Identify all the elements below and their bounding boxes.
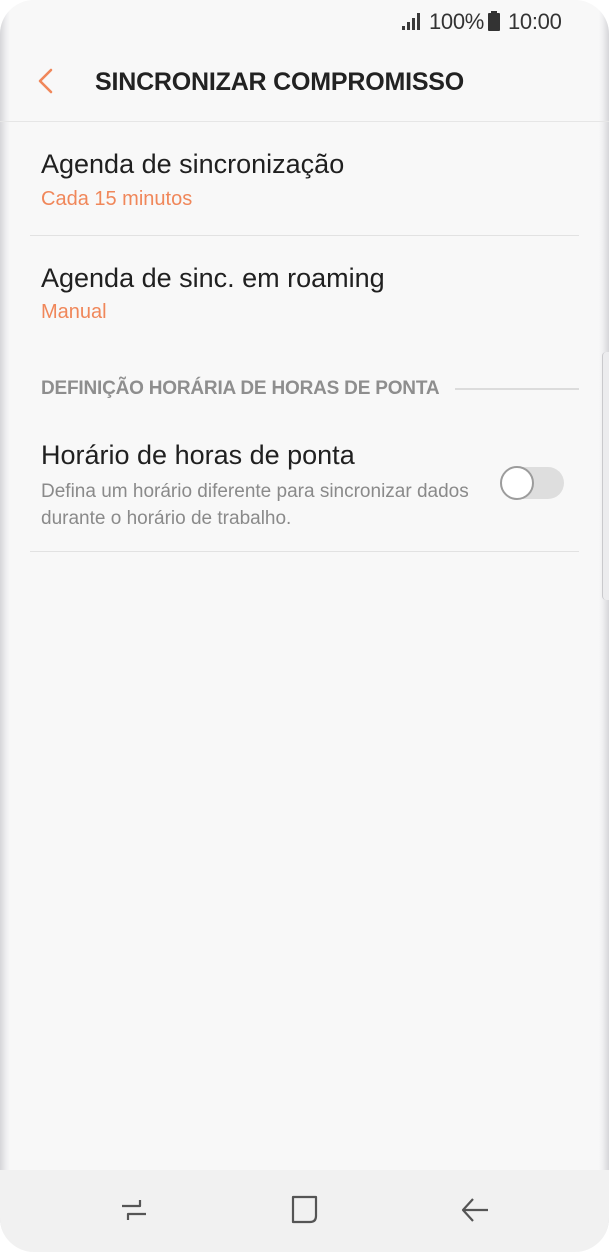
roaming-schedule-value: Manual [41,301,107,323]
roaming-schedule-item[interactable]: Agenda de sinc. em roaming Manual [30,236,579,348]
recent-apps-icon[interactable] [114,1192,154,1228]
signal-bars-icon [402,12,424,30]
screen-edge-left [0,0,10,1252]
peak-hours-description: Defina um horário diferente para sincron… [41,481,469,529]
sync-schedule-value: Cada 15 minutos [41,188,193,210]
sync-schedule-item[interactable]: Agenda de sincronização Cada 15 minutos [30,122,579,235]
section-header-peak: DEFINIÇÃO HORÁRIA DE HORAS DE PONTA [41,378,440,399]
sync-schedule-title: Agenda de sincronização [41,149,345,179]
navigation-bar [0,1170,609,1252]
section-header-line [455,388,579,390]
edge-panel-handle[interactable] [602,352,609,600]
back-arrow-icon[interactable] [455,1192,495,1228]
phone-screen: 100% 10:00 SINCRONIZAR COMPROMISSO Agend… [0,0,609,1252]
page-title: SINCRONIZAR COMPROMISSO [95,68,465,96]
screen-edge-right [599,0,609,1252]
app-header: SINCRONIZAR COMPROMISSO [0,44,609,122]
roaming-schedule-title: Agenda de sinc. em roaming [41,263,385,293]
toggle-thumb [500,466,534,500]
peak-hours-toggle[interactable] [500,466,564,500]
divider [30,551,579,552]
battery-full-icon [488,11,500,31]
peak-hours-item[interactable]: Horário de horas de ponta Defina um horá… [30,420,579,550]
home-icon[interactable] [285,1192,325,1228]
battery-percent: 100% [429,9,485,34]
peak-hours-title: Horário de horas de ponta [41,440,355,470]
status-clock: 10:00 [508,9,562,34]
status-bar: 100% 10:00 [0,0,609,44]
chevron-left-icon[interactable] [30,64,64,98]
